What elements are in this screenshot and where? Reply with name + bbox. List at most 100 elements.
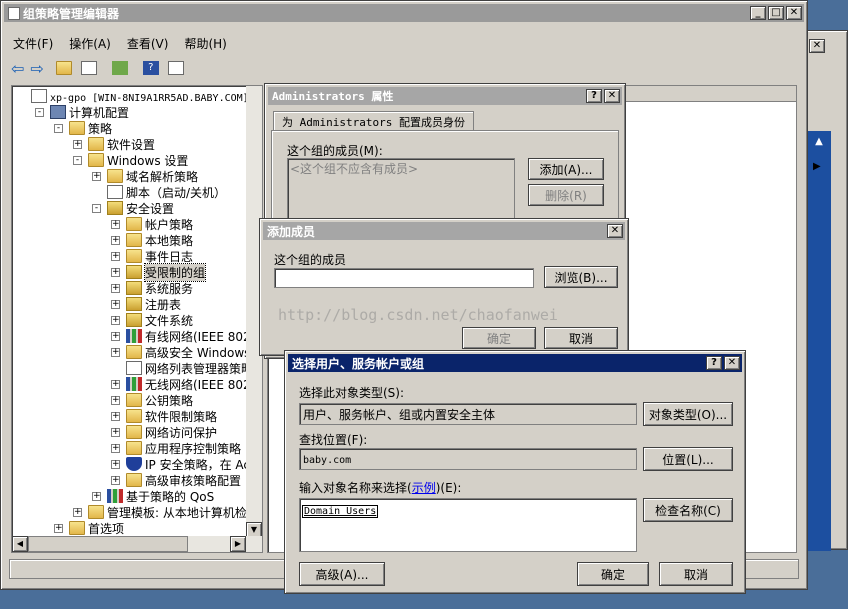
menu-action[interactable]: 操作(A) (69, 35, 111, 53)
select-users-close-button[interactable]: ✕ (724, 356, 740, 370)
expand-icon[interactable]: + (111, 347, 120, 357)
expand-icon[interactable]: + (111, 427, 120, 437)
expand-icon[interactable]: + (111, 283, 120, 293)
bg-close-button[interactable]: ✕ (809, 39, 825, 53)
help-icon[interactable]: ? (142, 61, 159, 75)
tree-item[interactable]: xp-gpo [WIN-8NI9A1RR5AD.BABY.COM] 策 (16, 88, 262, 104)
object-types-button[interactable]: 对象类型(O)... (643, 402, 733, 426)
expand-icon[interactable]: + (111, 443, 120, 453)
expand-icon[interactable]: + (92, 171, 101, 181)
tree-item[interactable]: 网络列表管理器策略 (111, 360, 253, 376)
add-member-input[interactable] (274, 268, 534, 288)
tree-item[interactable]: + 注册表 (111, 296, 181, 312)
admin-props-close-button[interactable]: ✕ (604, 89, 620, 103)
minimize-button[interactable]: _ (750, 6, 766, 20)
locations-button[interactable]: 位置(L)... (643, 447, 733, 471)
tree-item[interactable]: + 受限制的组 (111, 262, 207, 282)
collapse-icon[interactable]: - (73, 155, 82, 165)
tree-item[interactable]: + 无线网络(IEEE 802.1 (111, 376, 262, 392)
tree-item[interactable]: + 首选项 (54, 520, 124, 536)
admin-props-tab[interactable]: 为 Administrators 配置成员身份 (273, 111, 474, 131)
admin-properties-titlebar: Administrators 属性 ? ✕ (268, 87, 622, 105)
collapse-icon[interactable]: - (35, 107, 44, 117)
check-names-button[interactable]: 检查名称(C) (643, 498, 733, 522)
tree-item[interactable]: + 本地策略 (111, 232, 193, 248)
show-hide-tree-icon[interactable] (80, 61, 97, 75)
select-users-cancel-button[interactable]: 取消 (659, 562, 733, 586)
tree-item[interactable]: + 系统服务 (111, 280, 193, 296)
tree-item[interactable]: + 高级审核策略配置 (111, 472, 241, 488)
tree-item[interactable]: - 策略 (54, 120, 112, 136)
tree-item[interactable]: + 应用程序控制策略 (111, 440, 241, 456)
back-arrow-icon[interactable]: ⇦ (11, 59, 24, 78)
browse-button[interactable]: 浏览(B)... (544, 266, 618, 288)
tree-item[interactable]: + 有线网络(IEEE 802.3) (111, 328, 262, 344)
tree-item[interactable]: + 帐户策略 (111, 216, 193, 232)
menu-file[interactable]: 文件(F) (13, 35, 53, 53)
examples-link[interactable]: 示例 (412, 481, 436, 495)
tree-scroll-right-button[interactable]: ▶ (230, 536, 246, 552)
export-list-icon[interactable] (111, 61, 128, 75)
tree-item[interactable]: + 软件限制策略 (111, 408, 217, 424)
up-folder-icon[interactable] (55, 61, 72, 75)
tree-item[interactable]: - Windows 设置 (73, 152, 188, 168)
add-member-cancel-button[interactable]: 取消 (544, 327, 618, 349)
properties-icon[interactable] (167, 61, 184, 75)
add-button[interactable]: 添加(A)... (528, 158, 604, 180)
tree-item[interactable]: + 软件设置 (73, 136, 155, 152)
expand-icon[interactable]: + (73, 139, 82, 149)
object-names-input[interactable]: Domain Users (299, 498, 637, 552)
menu-help[interactable]: 帮助(H) (184, 35, 226, 53)
tree-item-label: 域名解析策略 (126, 169, 199, 184)
tree-item[interactable]: 脚本（启动/关机） (92, 184, 226, 200)
advanced-button[interactable]: 高级(A)... (299, 562, 385, 586)
tree-hscroll-thumb[interactable] (28, 536, 188, 552)
select-users-help-button[interactable]: ? (706, 356, 722, 370)
admin-props-help-button[interactable]: ? (586, 89, 602, 103)
expand-icon[interactable]: + (111, 331, 120, 341)
add-member-ok-button[interactable]: 确定 (462, 327, 536, 349)
tree-item[interactable]: + 事件日志 (111, 248, 193, 264)
gpo-editor-titlebar: 组策略管理编辑器 _ □ ✕ (4, 4, 804, 22)
members-list[interactable]: <这个组不应含有成员> (287, 158, 515, 222)
expand-icon[interactable]: + (111, 379, 120, 389)
collapse-icon[interactable]: - (54, 123, 63, 133)
tree-item[interactable]: + 基于策略的 QoS (92, 488, 214, 504)
expand-icon[interactable]: + (111, 395, 120, 405)
expand-icon[interactable]: + (111, 267, 120, 277)
tree-item[interactable]: + IP 安全策略，在 Act (111, 456, 255, 472)
close-button[interactable]: ✕ (786, 6, 802, 20)
tree-item[interactable]: + 域名解析策略 (92, 168, 198, 184)
lock-icon (126, 297, 142, 311)
forward-arrow-icon[interactable]: ⇨ (30, 59, 43, 78)
expand-icon[interactable]: + (111, 459, 120, 469)
tree-item[interactable]: + 管理模板: 从本地计算机检索 (73, 504, 259, 520)
doc-icon (31, 89, 47, 103)
menu-view[interactable]: 查看(V) (127, 35, 169, 53)
expand-icon[interactable]: + (73, 507, 82, 517)
tree-item[interactable]: + 网络访问保护 (111, 424, 217, 440)
expand-icon[interactable]: + (111, 235, 120, 245)
expand-icon[interactable]: + (111, 299, 120, 309)
tree-item[interactable]: + 高级安全 Windows 防 (111, 344, 262, 360)
tree-hscrollbar[interactable]: ◀ ▶ (12, 536, 262, 552)
tree-scroll-left-button[interactable]: ◀ (12, 536, 28, 552)
expand-icon[interactable]: + (54, 523, 63, 533)
expand-icon[interactable]: + (111, 219, 120, 229)
expand-icon[interactable]: + (111, 251, 120, 261)
expand-icon[interactable]: + (111, 475, 120, 485)
tree-pane[interactable]: xp-gpo [WIN-8NI9A1RR5AD.BABY.COM] 策 - 计算机配… (11, 85, 263, 553)
expand-icon[interactable]: + (92, 491, 101, 501)
remove-button[interactable]: 删除(R) (528, 184, 604, 206)
tree-item[interactable]: + 文件系统 (111, 312, 193, 328)
select-users-ok-button[interactable]: 确定 (577, 562, 649, 586)
maximize-button[interactable]: □ (768, 6, 784, 20)
tree-item[interactable]: - 安全设置 (92, 200, 174, 216)
tree-item[interactable]: + 公钥策略 (111, 392, 193, 408)
expand-icon[interactable]: + (111, 411, 120, 421)
collapse-icon[interactable]: - (92, 203, 101, 213)
add-member-close-button[interactable]: ✕ (607, 224, 623, 238)
tree-item[interactable]: - 计算机配置 (35, 104, 129, 120)
expand-icon[interactable]: + (111, 315, 120, 325)
select-users-titlebar: 选择用户、服务帐户或组 ? ✕ (288, 354, 742, 372)
